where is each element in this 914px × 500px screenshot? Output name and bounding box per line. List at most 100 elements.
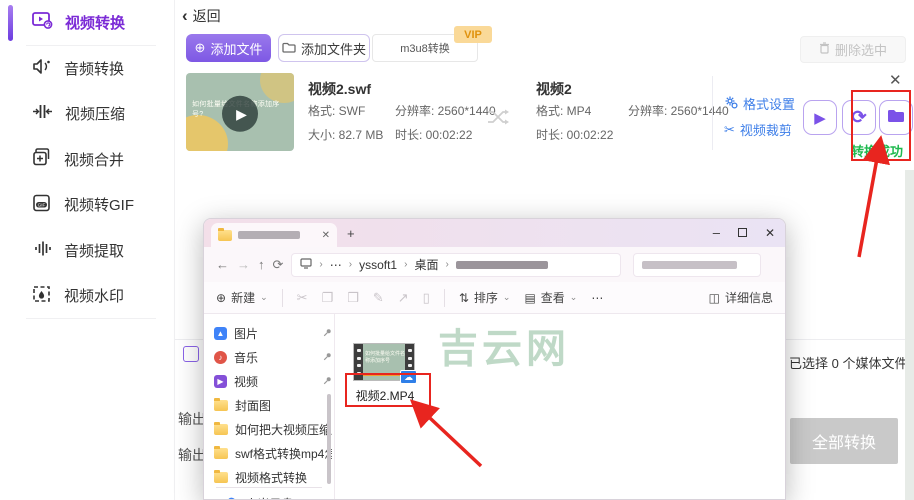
sidebar-item-video-convert[interactable]: 视频转换: [0, 0, 175, 46]
refresh-icon[interactable]: ⟳: [273, 257, 284, 273]
paste-icon[interactable]: ❒: [347, 290, 359, 306]
details-button[interactable]: ◫ 详细信息: [709, 289, 773, 306]
breadcrumb-desktop[interactable]: 桌面: [414, 256, 438, 273]
add-file-button[interactable]: ⊕ 添加文件: [186, 34, 271, 62]
sidebar-item-cover-images[interactable]: 封面图: [214, 393, 332, 417]
minimize-icon[interactable]: –: [713, 225, 720, 240]
sidebar-item-label: 小米云盘: [245, 495, 293, 500]
view-label: 查看: [540, 291, 565, 305]
status-success: 转换成功: [851, 144, 904, 159]
folder-icon: [887, 109, 905, 127]
share-icon[interactable]: ↗: [398, 290, 409, 306]
sidebar-item-videos[interactable]: ▶ 视频: [214, 369, 332, 393]
video-convert-icon: [32, 12, 53, 33]
sidebar-item-video-merge[interactable]: 视频合并: [0, 137, 175, 183]
music-icon: ♪: [214, 350, 227, 364]
back-label: 返回: [192, 8, 221, 24]
sidebar-item-video-watermark[interactable]: 视频水印: [0, 273, 175, 319]
sidebar-item-video-compress[interactable]: 视频压缩: [0, 91, 175, 137]
shuffle-icon: [486, 108, 510, 131]
more-options-icon[interactable]: ⋯: [591, 291, 603, 305]
sidebar-item-label: 视频: [234, 374, 259, 389]
folder-icon: [214, 469, 228, 483]
sidebar-item-music[interactable]: ♪ 音乐: [214, 345, 332, 369]
breadcrumb-ellipsis[interactable]: ⋯: [330, 258, 342, 272]
sidebar-item-xiaomi-cloud[interactable]: › 小米云盘: [214, 491, 332, 500]
sidebar-item-audio-extract[interactable]: 音频提取: [0, 228, 175, 274]
delete-selected-label: 删除选中: [834, 43, 887, 58]
explorer-toolbar: ⊕ 新建 ⌄ ✂ ❐ ❒ ✎ ↗ ▯ ⇅ 排序 ⌄ ▤ 查看 ⌄ ⋯ ◫ 详细信…: [204, 282, 785, 314]
breadcrumb[interactable]: › ⋯ › yssoft1 › 桌面 ›: [291, 252, 622, 277]
video-crop-link[interactable]: ✂ 视频裁剪: [724, 120, 792, 139]
chevron-right-icon: ›: [404, 259, 408, 270]
select-all-checkbox[interactable]: [183, 346, 199, 362]
sidebar-item-format-convert-folder[interactable]: 视频格式转换: [214, 465, 332, 489]
add-folder-label: 添加文件夹: [300, 41, 366, 57]
sidebar-item-label: swf格式转换mp4怎么转: [235, 446, 332, 461]
redacted-search-text: [642, 260, 738, 269]
cut-icon[interactable]: ✂: [297, 290, 308, 306]
sidebar-item-compress-folder[interactable]: 如何把大视频压缩成小...: [214, 417, 332, 441]
folder-icon: [214, 421, 228, 435]
close-row-icon[interactable]: ✕: [889, 71, 902, 89]
film-strip-left: [354, 344, 363, 380]
card-divider: [712, 76, 713, 150]
tab-close-icon[interactable]: ✕: [322, 230, 330, 241]
play-button[interactable]: ▶: [803, 100, 837, 135]
sidebar-item-label: 图片: [234, 326, 259, 341]
breadcrumb-user[interactable]: yssoft1: [359, 258, 397, 272]
reconvert-button[interactable]: ⟳: [842, 100, 876, 135]
new-button[interactable]: ⊕ 新建 ⌄: [216, 289, 268, 306]
sort-label: 排序: [473, 291, 498, 305]
pictures-icon: ▲: [214, 326, 227, 340]
redacted-breadcrumb: [455, 260, 548, 269]
source-duration: 时长: 00:02:22: [395, 128, 473, 142]
file-name-label[interactable]: 视频2.MP4: [335, 387, 435, 404]
convert-all-button[interactable]: 全部转换: [790, 418, 898, 464]
sidebar-item-label: 如何把大视频压缩成小...: [235, 422, 332, 437]
folder-icon: [218, 227, 232, 241]
sort-icon: ⇅: [458, 290, 469, 305]
explorer-tab[interactable]: ✕: [211, 223, 337, 247]
maximize-icon[interactable]: [737, 228, 747, 237]
sidebar-item-label: 音乐: [234, 350, 259, 365]
nav-up-icon[interactable]: ↑: [258, 257, 265, 272]
sort-button[interactable]: ⇅ 排序 ⌄: [459, 289, 511, 306]
back-button[interactable]: ‹ 返回: [182, 6, 221, 26]
toolbar-divider: [281, 288, 283, 307]
sidebar-item-video-to-gif[interactable]: GIF 视频转GIF: [0, 182, 175, 228]
sidebar-item-audio-convert[interactable]: 音频转换: [0, 46, 175, 92]
nav-back-icon[interactable]: ←: [216, 257, 229, 272]
play-overlay-icon[interactable]: ▶: [222, 95, 258, 132]
rename-icon[interactable]: ✎: [373, 290, 384, 306]
sidebar-item-pictures[interactable]: ▲ 图片: [214, 321, 332, 345]
sidebar-item-swf-folder[interactable]: swf格式转换mp4怎么转: [214, 441, 332, 465]
progress-bar-decor: [363, 373, 405, 376]
sidebar-scrollbar[interactable]: [327, 394, 331, 484]
delete-icon[interactable]: ▯: [423, 290, 430, 306]
view-button[interactable]: ▤ 查看 ⌄: [524, 289, 577, 306]
sidebar-item-label: 视频转换: [65, 15, 126, 33]
nav-forward-icon[interactable]: →: [237, 257, 250, 272]
cloud-sync-badge: ☁: [400, 370, 417, 384]
search-box[interactable]: [633, 252, 762, 277]
thumb-decor: [186, 115, 228, 151]
target-format: 格式: MP4: [536, 104, 592, 118]
gear-icon: [724, 95, 738, 112]
chevron-down-icon: ⌄: [502, 292, 511, 302]
toolbar-divider: [443, 288, 445, 307]
new-tab-icon[interactable]: +: [347, 226, 355, 241]
explorer-titlebar[interactable]: ✕ + – ✕: [204, 219, 785, 247]
video-file-icon[interactable]: 如何批量给文件名称添加序号 ☁: [353, 343, 417, 384]
window-close-icon[interactable]: ✕: [765, 226, 775, 240]
format-settings-link[interactable]: 格式设置: [724, 94, 795, 113]
open-folder-button[interactable]: [879, 100, 913, 135]
selected-count-text: 已选择 0 个媒体文件: [789, 356, 908, 371]
video-thumbnail[interactable]: 如何批量给文件名称添加序号? ▶: [186, 73, 294, 151]
add-folder-button[interactable]: 添加文件夹: [278, 34, 370, 62]
details-label: 详细信息: [724, 291, 773, 305]
delete-selected-button[interactable]: 删除选中: [800, 36, 906, 63]
app-scrollbar[interactable]: [905, 170, 914, 500]
add-file-label: 添加文件: [210, 41, 263, 57]
copy-icon[interactable]: ❐: [322, 290, 334, 306]
